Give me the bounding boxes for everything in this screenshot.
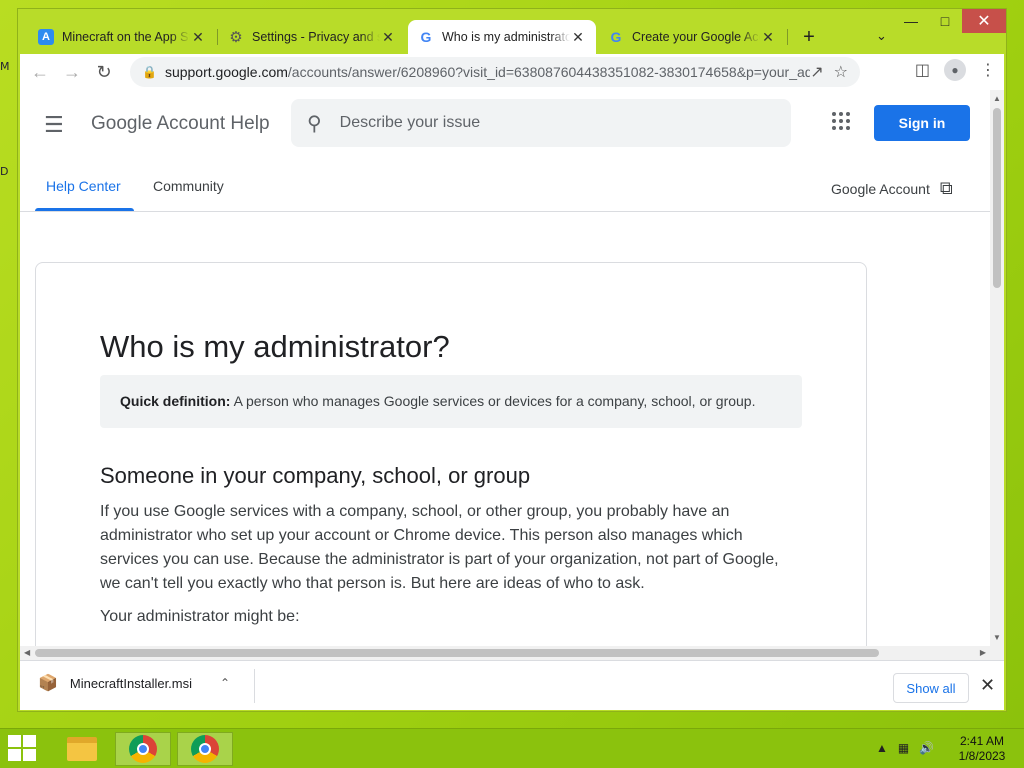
url-host: support.google.com bbox=[164, 64, 288, 80]
show-all-button[interactable]: Show all bbox=[893, 673, 969, 703]
tray-overflow-chevron-icon[interactable]: ▲ bbox=[876, 741, 888, 755]
page-viewport: ☰ Google Account Help ⚲ Sign in Help Cen… bbox=[20, 90, 1004, 660]
tab-separator bbox=[787, 29, 788, 45]
quick-definition-text: A person who manages Google services or … bbox=[230, 393, 756, 409]
scroll-left-arrow-icon[interactable]: ◀ bbox=[24, 648, 30, 657]
clock-time: 2:41 AM bbox=[959, 734, 1005, 748]
tab-who-is-my-administrator[interactable]: G Who is my administrator? - Google Acco… bbox=[408, 20, 596, 54]
network-icon[interactable]: ▦ bbox=[898, 741, 909, 755]
scroll-up-arrow-icon[interactable]: ▲ bbox=[993, 94, 1001, 103]
scroll-right-arrow-icon[interactable]: ▶ bbox=[980, 648, 986, 657]
tab-settings[interactable]: ⚙ Settings - Privacy and security ✕ bbox=[218, 20, 406, 54]
lock-icon[interactable]: 🔒 bbox=[142, 65, 157, 79]
volume-icon[interactable]: 🔊 bbox=[919, 741, 934, 755]
google-icon: G bbox=[610, 29, 622, 45]
more-menu-icon[interactable]: ⋮ bbox=[980, 60, 996, 80]
tab-minecraft-app-store[interactable]: A Minecraft on the App Store ✕ bbox=[28, 20, 216, 54]
tab-close-icon[interactable]: ✕ bbox=[570, 29, 586, 46]
shelf-close-icon[interactable]: ✕ bbox=[980, 675, 995, 696]
url-path: /accounts/answer/6208960?visit_id=638087… bbox=[287, 64, 811, 80]
taskbar: ▲ ▦ 🔊 2:41 AM 1/8/2023 bbox=[0, 728, 1024, 768]
tab-community[interactable]: Community bbox=[153, 178, 224, 194]
horizontal-scroll-thumb[interactable] bbox=[35, 649, 879, 657]
desktop-icon-fragment: D bbox=[0, 165, 9, 178]
tab-close-icon[interactable]: ✕ bbox=[380, 29, 396, 46]
tab-title: Minecraft on the App Store bbox=[62, 30, 190, 44]
url-text[interactable]: support.google.com/accounts/answer/62089… bbox=[165, 64, 810, 80]
tab-close-icon[interactable]: ✕ bbox=[190, 29, 206, 46]
tab-strip: A Minecraft on the App Store ✕ ⚙ Setting… bbox=[20, 20, 980, 54]
external-link-icon: ⧉ bbox=[939, 178, 953, 198]
tab-help-center[interactable]: Help Center bbox=[46, 178, 121, 194]
browser-window: — □ ✕ A Minecraft on the App Store ✕ ⚙ S… bbox=[17, 8, 1007, 712]
download-item[interactable]: 📦 MinecraftInstaller.msi ⌃ bbox=[38, 673, 230, 693]
settings-gear-icon: ⚙ bbox=[229, 29, 243, 46]
chrome-taskbar-icon[interactable] bbox=[177, 732, 233, 766]
article-title: Who is my administrator? bbox=[100, 329, 450, 364]
bookmark-star-icon[interactable]: ☆ bbox=[834, 62, 848, 82]
tab-title: Settings - Privacy and security bbox=[252, 30, 380, 44]
download-shelf: 📦 MinecraftInstaller.msi ⌃ Show all ✕ bbox=[20, 660, 1004, 710]
article-paragraph: If you use Google services with a compan… bbox=[100, 503, 779, 592]
back-arrow-icon[interactable]: ← bbox=[24, 62, 56, 83]
page-header: ☰ Google Account Help ⚲ Sign in Help Cen… bbox=[20, 90, 990, 212]
tab-title: Create your Google Account bbox=[632, 30, 760, 44]
search-input[interactable] bbox=[339, 114, 740, 132]
article-card: Who is my administrator? Quick definitio… bbox=[35, 262, 867, 660]
site-brand[interactable]: Google Account Help bbox=[91, 113, 270, 135]
section-heading: Someone in your company, school, or grou… bbox=[100, 463, 531, 488]
address-bar[interactable]: 🔒 support.google.com/accounts/answer/620… bbox=[130, 57, 860, 87]
chevron-up-icon[interactable]: ⌃ bbox=[220, 676, 230, 690]
quick-definition: Quick definition: A person who manages G… bbox=[100, 375, 802, 428]
google-account-link[interactable]: Google Account ⧉ bbox=[831, 178, 953, 199]
chrome-taskbar-icon[interactable] bbox=[115, 732, 171, 766]
taskbar-clock[interactable]: 2:41 AM 1/8/2023 bbox=[952, 734, 1012, 764]
vertical-scrollbar[interactable]: ▲ ▼ bbox=[990, 90, 1004, 660]
horizontal-scrollbar[interactable]: ◀ ▶ bbox=[20, 646, 990, 660]
clock-date: 1/8/2023 bbox=[958, 749, 1006, 763]
app-store-icon: A bbox=[38, 29, 54, 45]
sign-in-button[interactable]: Sign in bbox=[874, 105, 970, 141]
download-file-name: MinecraftInstaller.msi bbox=[69, 675, 193, 691]
google-apps-icon[interactable] bbox=[832, 112, 850, 130]
share-icon[interactable]: ↗ bbox=[810, 62, 823, 82]
reload-icon[interactable]: ↻ bbox=[88, 62, 120, 83]
tab-search-chevron-icon[interactable]: ⌄ bbox=[876, 28, 887, 44]
quick-definition-label: Quick definition: bbox=[120, 393, 231, 409]
windows-start-icon[interactable] bbox=[8, 735, 38, 763]
google-account-label: Google Account bbox=[831, 180, 930, 197]
help-search-box[interactable]: ⚲ bbox=[291, 99, 791, 147]
tab-create-google-account[interactable]: G Create your Google Account ✕ bbox=[598, 20, 786, 54]
article-list-intro: Your administrator might be: bbox=[100, 608, 300, 625]
desktop-icon-fragment: M bbox=[0, 60, 10, 73]
new-tab-button[interactable]: + bbox=[798, 26, 820, 49]
browser-toolbar: ← → ↻ 🔒 support.google.com/accounts/answ… bbox=[20, 54, 1004, 90]
hamburger-menu-icon[interactable]: ☰ bbox=[44, 112, 64, 138]
tab-title: Who is my administrator? - Google Accoun… bbox=[442, 30, 570, 44]
side-panel-icon[interactable]: ◫ bbox=[915, 60, 930, 80]
active-tab-indicator bbox=[35, 208, 134, 211]
file-explorer-icon[interactable] bbox=[54, 732, 110, 766]
google-icon: G bbox=[420, 29, 432, 45]
tab-close-icon[interactable]: ✕ bbox=[760, 29, 776, 46]
vertical-scroll-thumb[interactable] bbox=[993, 108, 1001, 288]
scroll-down-arrow-icon[interactable]: ▼ bbox=[993, 633, 1001, 642]
search-icon: ⚲ bbox=[307, 112, 322, 135]
shelf-divider bbox=[254, 669, 255, 703]
system-tray: ▲ ▦ 🔊 bbox=[876, 741, 934, 755]
profile-avatar[interactable]: ● bbox=[944, 59, 966, 81]
installer-file-icon: 📦 bbox=[38, 675, 58, 692]
forward-arrow-icon[interactable]: → bbox=[56, 62, 88, 83]
